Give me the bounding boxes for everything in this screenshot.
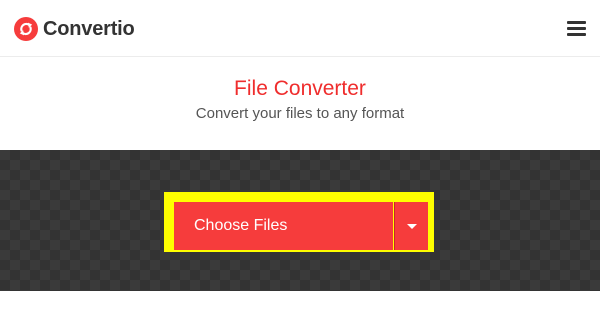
- upload-source-dropdown[interactable]: [394, 202, 428, 250]
- content-below: [0, 291, 600, 313]
- brand-name: Convertio: [43, 17, 135, 40]
- convertio-logo-icon: [14, 17, 38, 41]
- menu-bar: [567, 33, 586, 36]
- hamburger-menu-icon[interactable]: [564, 17, 588, 41]
- top-header: Convertio: [0, 0, 600, 57]
- page-subtitle: Convert your files to any format: [195, 105, 405, 122]
- page: Convertio File Converter Convert your fi…: [0, 0, 600, 313]
- brand-link[interactable]: Convertio: [14, 14, 135, 44]
- menu-bar: [567, 27, 586, 30]
- page-title: File Converter: [234, 77, 366, 100]
- highlight-frame: Choose Files: [164, 192, 434, 252]
- choose-files-button[interactable]: Choose Files: [174, 202, 393, 250]
- upload-area: Choose Files: [0, 150, 600, 291]
- hero-section: File Converter Convert your files to any…: [0, 57, 600, 150]
- menu-bar: [567, 21, 586, 24]
- caret-down-icon: [406, 223, 417, 229]
